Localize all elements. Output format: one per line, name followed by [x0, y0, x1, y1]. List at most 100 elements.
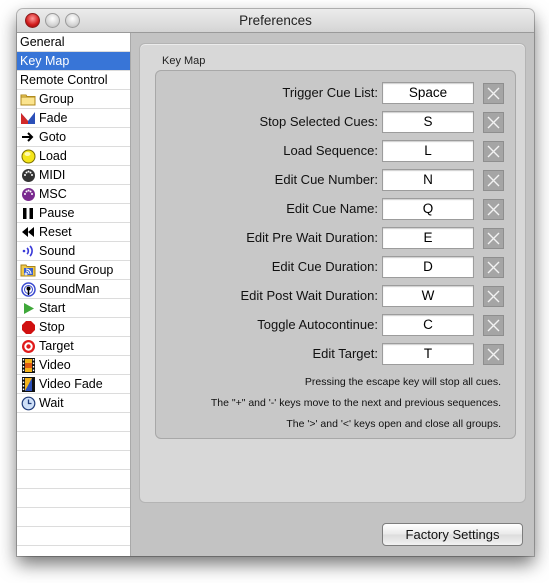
x-icon — [487, 232, 500, 245]
key-field-edit-cue-number[interactable]: N — [382, 169, 474, 191]
keymap-row-stop-selected-cues: Stop Selected Cues: S — [156, 111, 515, 133]
sidebar-item-load[interactable]: Load — [17, 147, 130, 166]
keymap-label: Edit Cue Name: — [286, 201, 378, 216]
sidebar-item-label: Start — [39, 301, 66, 315]
title-bar[interactable]: Preferences — [17, 9, 534, 33]
sidebar-item-general[interactable]: General — [17, 33, 130, 52]
clock-icon — [20, 395, 36, 411]
sidebar-item-reset[interactable]: Reset — [17, 223, 130, 242]
factory-settings-button[interactable]: Factory Settings — [382, 523, 523, 546]
sidebar-item-label: Reset — [39, 225, 72, 239]
target-icon — [20, 338, 36, 354]
note-plus-minus-keys: The "+" and '-' keys move to the next an… — [210, 397, 501, 409]
stop-icon — [20, 319, 36, 335]
keymap-row-edit-post-wait-duration: Edit Post Wait Duration: W — [156, 285, 515, 307]
sidebar-item-label: Key Map — [20, 54, 70, 68]
keymap-row-edit-cue-name: Edit Cue Name: Q — [156, 198, 515, 220]
x-icon — [487, 145, 500, 158]
sidebar-item-video[interactable]: Video — [17, 356, 130, 375]
sidebar-item-msc[interactable]: MSC — [17, 185, 130, 204]
x-icon — [487, 203, 500, 216]
sidebar-item-label: Target — [39, 339, 74, 353]
load-icon — [20, 148, 36, 164]
sound-icon — [20, 243, 36, 259]
sidebar-empty-row — [17, 451, 130, 470]
sidebar-item-midi[interactable]: MIDI — [17, 166, 130, 185]
key-field-edit-pre-wait-duration[interactable]: E — [382, 227, 474, 249]
sidebar-item-sound[interactable]: Sound — [17, 242, 130, 261]
clear-key-button[interactable] — [483, 83, 504, 104]
sidebar-item-label: Fade — [39, 111, 68, 125]
sidebar-item-soundman[interactable]: SoundMan — [17, 280, 130, 299]
sidebar-item-stop[interactable]: Stop — [17, 318, 130, 337]
keymap-row-toggle-autocontinue: Toggle Autocontinue: C — [156, 314, 515, 336]
sidebar-item-label: Load — [39, 149, 67, 163]
clear-key-button[interactable] — [483, 170, 504, 191]
clear-key-button[interactable] — [483, 257, 504, 278]
sidebar-item-target[interactable]: Target — [17, 337, 130, 356]
midi-icon — [20, 167, 36, 183]
sidebar-item-label: Sound — [39, 244, 76, 258]
note-group-keys: The '>' and '<' keys open and close all … — [286, 418, 501, 430]
x-icon — [487, 116, 500, 129]
keymap-row-load-sequence: Load Sequence: L — [156, 140, 515, 162]
x-icon — [487, 87, 500, 100]
window-title: Preferences — [239, 13, 312, 28]
sidebar-item-pause[interactable]: Pause — [17, 204, 130, 223]
clear-key-button[interactable] — [483, 112, 504, 133]
sidebar-empty-row — [17, 527, 130, 546]
clear-key-button[interactable] — [483, 228, 504, 249]
sidebar-item-start[interactable]: Start — [17, 299, 130, 318]
sidebar-empty-row — [17, 413, 130, 432]
sidebar-list[interactable]: General Key Map Remote Control Group Fad… — [17, 33, 131, 556]
keymap-row-edit-cue-number: Edit Cue Number: N — [156, 169, 515, 191]
sidebar-item-label: Goto — [39, 130, 67, 144]
preferences-window: Preferences General Key Map Remote Contr… — [17, 9, 534, 556]
sound-group-icon — [20, 262, 36, 278]
keymap-label: Toggle Autocontinue: — [257, 317, 378, 332]
keymap-label: Edit Post Wait Duration: — [240, 288, 378, 303]
note-escape-key: Pressing the escape key will stop all cu… — [304, 376, 501, 388]
play-icon — [20, 300, 36, 316]
sidebar-item-fade[interactable]: Fade — [17, 109, 130, 128]
keymap-row-edit-pre-wait-duration: Edit Pre Wait Duration: E — [156, 227, 515, 249]
key-map-group-box: Trigger Cue List: Space Stop Selected Cu… — [155, 70, 516, 439]
keymap-label: Stop Selected Cues: — [259, 114, 378, 129]
sidebar-item-key-map[interactable]: Key Map — [17, 52, 130, 71]
key-field-edit-cue-duration[interactable]: D — [382, 256, 474, 278]
key-field-toggle-autocontinue[interactable]: C — [382, 314, 474, 336]
key-field-edit-cue-name[interactable]: Q — [382, 198, 474, 220]
key-field-trigger-cue-list[interactable]: Space — [382, 82, 474, 104]
sidebar-item-group[interactable]: Group — [17, 90, 130, 109]
sidebar-item-label: Sound Group — [39, 263, 114, 277]
clear-key-button[interactable] — [483, 286, 504, 307]
key-field-edit-target[interactable]: T — [382, 343, 474, 365]
arrow-right-icon — [20, 129, 36, 145]
key-field-stop-selected-cues[interactable]: S — [382, 111, 474, 133]
film-icon — [20, 357, 36, 373]
clear-key-button[interactable] — [483, 199, 504, 220]
key-field-edit-post-wait-duration[interactable]: W — [382, 285, 474, 307]
sidebar-item-video-fade[interactable]: Video Fade — [17, 375, 130, 394]
clear-key-button[interactable] — [483, 344, 504, 365]
x-icon — [487, 319, 500, 332]
sidebar-item-goto[interactable]: Goto — [17, 128, 130, 147]
key-field-load-sequence[interactable]: L — [382, 140, 474, 162]
sidebar-empty-row — [17, 470, 130, 489]
sidebar-item-label: MSC — [39, 187, 67, 201]
folder-icon — [20, 91, 36, 107]
clear-key-button[interactable] — [483, 141, 504, 162]
soundman-icon — [20, 281, 36, 297]
sidebar-item-remote-control[interactable]: Remote Control — [17, 71, 130, 90]
group-title: Key Map — [162, 55, 206, 67]
tab-content-box: Key Map Trigger Cue List: Space Stop Sel… — [139, 43, 526, 503]
clear-key-button[interactable] — [483, 315, 504, 336]
sidebar-item-wait[interactable]: Wait — [17, 394, 130, 413]
x-icon — [487, 348, 500, 361]
sidebar-item-label: General — [20, 35, 65, 49]
keymap-label: Edit Cue Number: — [274, 172, 378, 187]
keymap-label: Edit Pre Wait Duration: — [246, 230, 378, 245]
keymap-label: Trigger Cue List: — [282, 85, 378, 100]
sidebar-empty-row — [17, 432, 130, 451]
sidebar-item-sound-group[interactable]: Sound Group — [17, 261, 130, 280]
